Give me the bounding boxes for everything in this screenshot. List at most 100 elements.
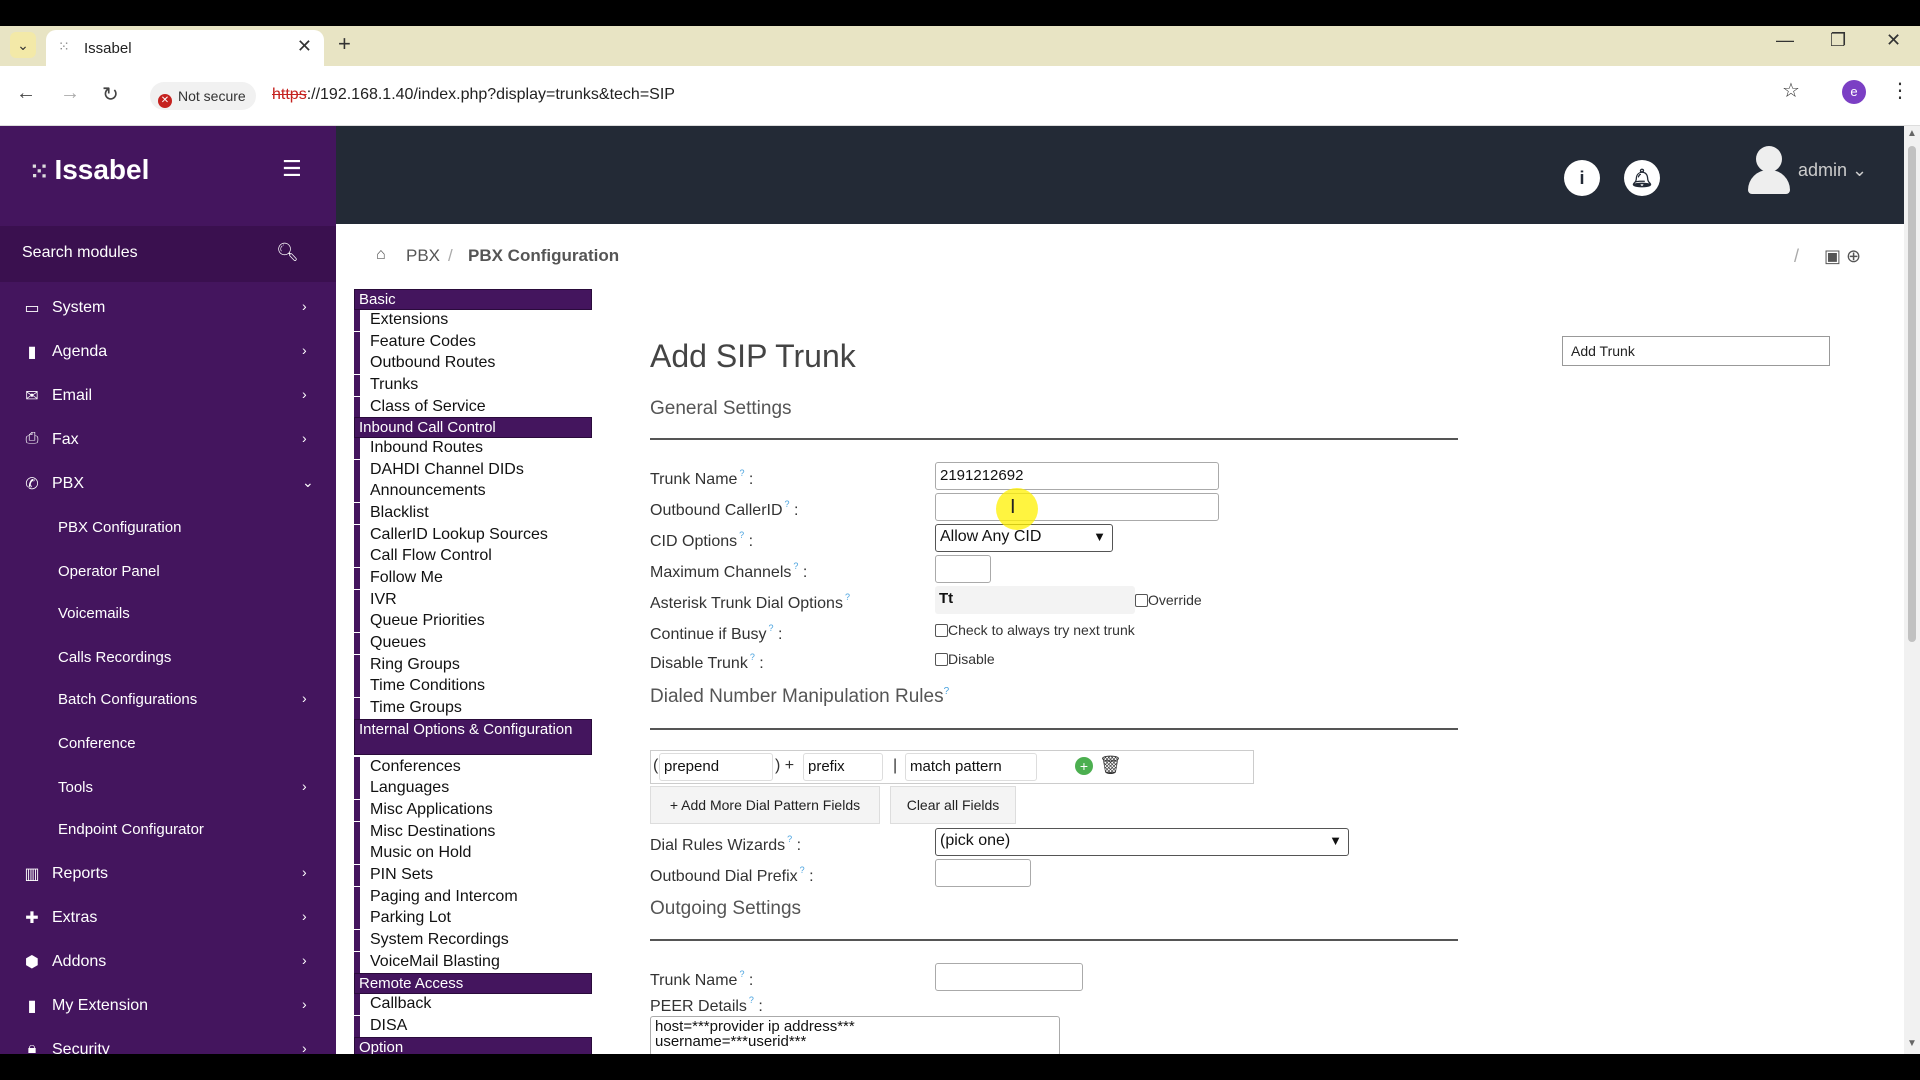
minimize-icon[interactable]: — [1776, 30, 1794, 51]
sidebar-item-voicemails[interactable]: Voicemails [0, 592, 336, 636]
nav-item-extensions[interactable]: Extensions [354, 310, 592, 331]
help-icon[interactable]: ? [944, 686, 950, 697]
nav-item-disa[interactable]: DISA [354, 1016, 592, 1037]
back-icon[interactable]: ← [16, 82, 36, 105]
clear-all-fields-button[interactable]: Clear all Fields [890, 786, 1016, 824]
nav-item-feature-codes[interactable]: Feature Codes [354, 332, 592, 353]
sidebar-item-endpoint-configurator[interactable]: Endpoint Configurator [0, 808, 336, 852]
reload-icon[interactable]: ↻ [102, 82, 119, 107]
nav-item-voicemail-blasting[interactable]: VoiceMail Blasting [354, 952, 592, 973]
sidebar-item-addons[interactable]: ⬢ Addons › [0, 940, 336, 984]
sidebar-item-email[interactable]: ✉ Email › [0, 374, 336, 418]
nav-item-system-recordings[interactable]: System Recordings [354, 930, 592, 951]
sidebar-item-pbx[interactable]: ✆ PBX ⌄ [0, 462, 336, 506]
tab-close-icon[interactable]: ✕ [297, 36, 312, 57]
sidebar-item-extras[interactable]: ✚ Extras › [0, 896, 336, 940]
tab-search-icon[interactable]: ⌄ [10, 32, 36, 58]
sidebar-item-my-extension[interactable]: ▮ My Extension › [0, 984, 336, 1028]
sidebar-item-reports[interactable]: ▥ Reports › [0, 852, 336, 896]
peer-details-textarea[interactable]: host=***provider ip address*** username=… [650, 1016, 1060, 1056]
nav-item-ring-groups[interactable]: Ring Groups [354, 655, 592, 676]
security-chip[interactable]: ✕ Not secure [150, 82, 256, 110]
breadcrumb-pbx[interactable]: PBX [406, 246, 440, 266]
help-icon[interactable]: ? [800, 865, 805, 875]
continue-if-busy-checkbox[interactable]: Check to always try next trunk [935, 622, 1135, 638]
help-icon[interactable]: ? [769, 623, 774, 633]
help-icon[interactable]: ? [785, 499, 790, 509]
sidebar-item-calls-recordings[interactable]: Calls Recordings [0, 636, 336, 680]
nav-item-trunks[interactable]: Trunks [354, 375, 592, 396]
prefix-input[interactable]: prefix [803, 753, 883, 781]
scroll-up-icon[interactable]: ▲ [1907, 128, 1917, 139]
bookmark-icon[interactable]: ▣ [1824, 246, 1841, 267]
nav-item-misc-destinations[interactable]: Misc Destinations [354, 822, 592, 843]
nav-item-pin-sets[interactable]: PIN Sets [354, 865, 592, 886]
dial-options-input[interactable]: Tt [935, 586, 1135, 614]
add-trunk-link[interactable]: Add Trunk [1562, 336, 1830, 366]
nav-item-callback[interactable]: Callback [354, 994, 592, 1015]
help-icon[interactable]: ? [845, 592, 850, 602]
nav-item-call-flow-control[interactable]: Call Flow Control [354, 546, 592, 567]
help-icon[interactable]: ? [749, 995, 754, 1005]
sidebar-item-pbx-configuration[interactable]: PBX Configuration [0, 506, 336, 550]
nav-item-queues[interactable]: Queues [354, 633, 592, 654]
help-icon[interactable]: ? [739, 468, 744, 478]
sidebar-item-conference[interactable]: Conference [0, 722, 336, 766]
user-avatar-icon[interactable] [1746, 146, 1790, 198]
scroll-down-icon[interactable]: ▼ [1907, 1038, 1917, 1049]
help-lifebuoy-icon[interactable]: ⊕ [1846, 246, 1861, 267]
profile-avatar[interactable]: e [1842, 80, 1866, 104]
maximum-channels-input[interactable] [935, 555, 991, 583]
sidebar-item-system[interactable]: ▭ System › [0, 286, 336, 330]
help-icon[interactable]: ? [739, 530, 744, 540]
outbound-dial-prefix-input[interactable] [935, 859, 1031, 887]
nav-item-misc-applications[interactable]: Misc Applications [354, 800, 592, 821]
new-tab-icon[interactable]: + [338, 31, 351, 57]
nav-item-outbound-routes[interactable]: Outbound Routes [354, 353, 592, 374]
prepend-input[interactable]: prepend [659, 753, 773, 781]
forward-icon[interactable]: → [60, 82, 80, 105]
browser-tab[interactable]: ⁙ Issabel ✕ [46, 30, 324, 66]
checkbox-box[interactable] [935, 653, 948, 666]
nav-item-inbound-routes[interactable]: Inbound Routes [354, 438, 592, 459]
notification-bell-icon[interactable]: 🔔︎ [1624, 160, 1660, 196]
help-icon[interactable]: ? [793, 561, 798, 571]
add-row-icon[interactable]: + [1075, 757, 1093, 775]
nav-item-languages[interactable]: Languages [354, 778, 592, 799]
trash-icon[interactable]: 🗑︎ [1099, 755, 1122, 776]
help-icon[interactable]: ? [739, 969, 744, 979]
url-text[interactable]: https://192.168.1.40/index.php?display=t… [272, 86, 675, 104]
page-scrollbar[interactable]: ▲ ▼ [1904, 126, 1920, 1054]
search-modules[interactable]: Search modules 🔍︎ [0, 226, 336, 282]
nav-item-ivr[interactable]: IVR [354, 590, 592, 611]
window-close-icon[interactable]: ✕ [1886, 30, 1901, 51]
help-icon[interactable]: ? [787, 834, 792, 844]
nav-item-dahdi-channel-dids[interactable]: DAHDI Channel DIDs [354, 460, 592, 481]
address-bar[interactable]: ✕ Not secure https://192.168.1.40/index.p… [146, 78, 1796, 114]
home-icon[interactable]: ⌂ [376, 246, 386, 264]
nav-item-announcements[interactable]: Announcements [354, 481, 592, 502]
nav-item-time-conditions[interactable]: Time Conditions [354, 676, 592, 697]
trunk-name-input[interactable]: 2191212692 [935, 462, 1219, 490]
nav-item-conferences[interactable]: Conferences [354, 757, 592, 778]
nav-item-follow-me[interactable]: Follow Me [354, 568, 592, 589]
match-pattern-input[interactable]: match pattern [905, 753, 1037, 781]
sidebar-item-operator-panel[interactable]: Operator Panel [0, 550, 336, 594]
checkbox-box[interactable] [935, 624, 948, 637]
add-more-dial-pattern-button[interactable]: + Add More Dial Pattern Fields [650, 786, 880, 824]
checkbox-box[interactable] [1135, 594, 1148, 607]
sidebar-item-batch-configurations[interactable]: Batch Configurations › [0, 678, 336, 722]
disable-trunk-checkbox[interactable]: Disable [935, 651, 995, 667]
restore-icon[interactable]: ❐ [1830, 30, 1846, 51]
hamburger-menu-icon[interactable]: ☰ [282, 156, 302, 182]
sidebar-item-fax[interactable]: ⎙ Fax › [0, 418, 336, 462]
nav-item-blacklist[interactable]: Blacklist [354, 503, 592, 524]
sidebar-item-agenda[interactable]: ▮ Agenda › [0, 330, 336, 374]
nav-item-time-groups[interactable]: Time Groups [354, 698, 592, 719]
nav-item-queue-priorities[interactable]: Queue Priorities [354, 611, 592, 632]
help-icon[interactable]: ? [750, 652, 755, 662]
user-menu[interactable]: admin ⌄ [1798, 160, 1867, 181]
nav-item-callerid-lookup-sources[interactable]: CallerID Lookup Sources [354, 525, 592, 546]
brand-logo[interactable]: ⁙ Issabel [30, 154, 149, 186]
nav-item-music-on-hold[interactable]: Music on Hold [354, 843, 592, 864]
